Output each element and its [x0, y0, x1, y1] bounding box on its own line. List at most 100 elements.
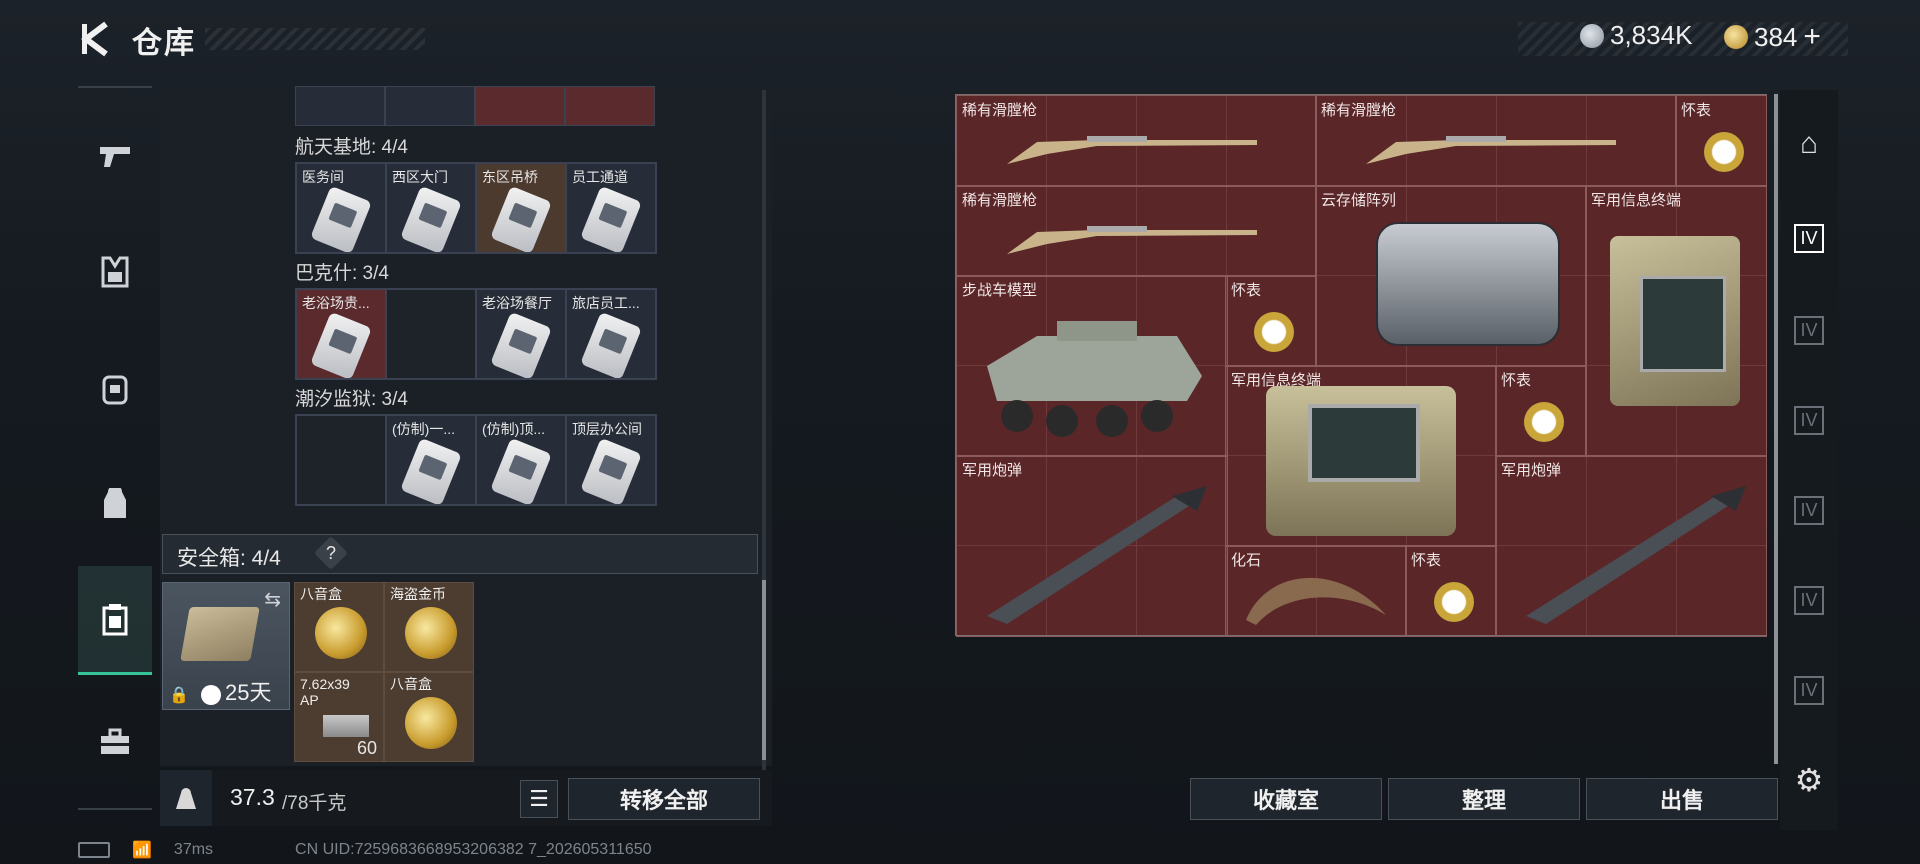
currency-gold[interactable]: 384 + — [1724, 20, 1821, 54]
stash-item[interactable]: 怀表 — [1495, 365, 1587, 457]
keycard-icon — [400, 185, 462, 252]
item-label: 步战车模型 — [962, 282, 1038, 299]
tab-stash-6[interactable]: IV — [1780, 660, 1838, 720]
keycard-cell[interactable] — [565, 86, 655, 126]
keycard-label: 员工通道 — [572, 169, 628, 185]
keycard-icon — [310, 185, 372, 252]
keycard-label: 老浴场贵... — [302, 295, 370, 311]
keycard-cell[interactable]: 东区吊桥 — [476, 163, 566, 253]
safe-item[interactable]: 7.62x39 AP 60 — [294, 672, 384, 762]
keycard-icon — [490, 437, 552, 504]
organize-button[interactable]: 整理 — [1388, 778, 1580, 820]
keycard-grid-aerospace: 医务间 西区大门 东区吊桥 员工通道 — [295, 162, 657, 254]
stash-tab-icon: IV — [1794, 223, 1824, 253]
keycard-cell[interactable]: 医务间 — [296, 163, 386, 253]
stash-tab-icon: IV — [1794, 675, 1824, 705]
nav-pistol[interactable] — [78, 116, 152, 196]
collection-room-button[interactable]: 收藏室 — [1190, 778, 1382, 820]
keycard-cell[interactable]: 老浴场贵... — [296, 289, 386, 379]
keycard-cell[interactable] — [475, 86, 565, 126]
tab-stash-2[interactable]: IV — [1780, 300, 1838, 360]
back-button[interactable] — [78, 20, 112, 58]
nav-backpack[interactable] — [78, 348, 152, 428]
stash-scrollbar[interactable] — [1774, 94, 1778, 764]
pocket-watch-icon — [1254, 312, 1294, 352]
stash-tab-icon: IV — [1794, 585, 1824, 615]
keycard-icon — [400, 437, 462, 504]
stash-item[interactable]: 怀表 — [1675, 95, 1767, 187]
keycard-cell[interactable]: 西区大门 — [386, 163, 476, 253]
stash-item[interactable]: 稀有滑膛枪 — [1315, 95, 1677, 187]
gear-icon: ⚙ — [1794, 762, 1824, 798]
safe-item-label: 7.62x39 AP — [300, 676, 350, 708]
stash-item[interactable]: 军用炮弹 — [1495, 455, 1767, 637]
gold-coin-icon — [1724, 25, 1748, 49]
transfer-all-button[interactable]: 转移全部 — [568, 778, 760, 820]
musket-icon — [1366, 136, 1616, 164]
keycard-cell[interactable]: 旅店员工... — [566, 289, 656, 379]
nav-vest[interactable] — [78, 232, 152, 312]
keycard-cell[interactable]: (仿制)顶... — [476, 415, 566, 505]
stash-item[interactable]: 军用炮弹 — [956, 455, 1228, 637]
stash-item[interactable]: 稀有滑膛枪 — [956, 185, 1317, 277]
help-icon[interactable]: ? — [314, 536, 348, 570]
stash-item[interactable]: 军用信息终端 — [1585, 185, 1767, 457]
keycard-cell[interactable] — [295, 86, 385, 126]
keycard-grid-prison: (仿制)一... (仿制)顶... 顶层办公间 — [295, 414, 657, 506]
clock-icon — [201, 685, 221, 705]
pocket-watch-icon — [1524, 402, 1564, 442]
storage-array-icon — [1376, 222, 1560, 346]
sell-button[interactable]: 出售 — [1586, 778, 1778, 820]
equipment-nav — [78, 86, 152, 810]
stash-item[interactable]: 稀有滑膛枪 — [956, 95, 1317, 187]
stash-item[interactable]: 步战车模型 — [956, 275, 1228, 457]
tab-stash-3[interactable]: IV — [1780, 390, 1838, 450]
tab-stash-4[interactable]: IV — [1780, 480, 1838, 540]
tab-stash-1[interactable]: IV — [1780, 208, 1838, 268]
safe-item[interactable]: 八音盒 — [294, 582, 384, 672]
keycard-cell-empty[interactable] — [386, 289, 476, 379]
fossil-icon — [1246, 577, 1386, 625]
safe-case-image — [180, 607, 260, 661]
keycard-cell[interactable]: 老浴场餐厅 — [476, 289, 566, 379]
stash-item[interactable]: 军用信息终端 — [1225, 365, 1497, 547]
pocket-watch-icon — [1434, 582, 1474, 622]
safe-box-header: 安全箱: 4/4 ? — [162, 534, 758, 574]
tab-stash-5[interactable]: IV — [1780, 570, 1838, 630]
nav-safe-case[interactable] — [78, 566, 152, 675]
keycard-cell-empty[interactable] — [296, 415, 386, 505]
stash-item[interactable]: 化石 — [1225, 545, 1407, 637]
safe-item[interactable]: 八音盒 — [384, 672, 474, 762]
keycard-scrollbar-thumb[interactable] — [762, 580, 766, 760]
stash-item[interactable]: 怀表 — [1225, 275, 1317, 367]
add-currency-button[interactable]: + — [1803, 20, 1821, 54]
safe-item[interactable]: 海盗金币 — [384, 582, 474, 672]
safe-case-slot[interactable]: ⇆ 🔒 25天 — [162, 582, 290, 710]
keycard-cell[interactable]: (仿制)一... — [386, 415, 476, 505]
stash-item[interactable]: 怀表 — [1405, 545, 1497, 637]
keycard-icon — [310, 311, 372, 378]
keycard-label: 旅店员工... — [572, 295, 640, 311]
weight-bar: 37.3 /78千克 ☰ 转移全部 — [160, 770, 772, 826]
ammo-box-icon — [323, 715, 369, 737]
currency-silver[interactable]: 3,834K — [1580, 20, 1692, 51]
item-label: 云存储阵列 — [1321, 192, 1397, 209]
item-label: 军用信息终端 — [1591, 192, 1682, 209]
list-view-button[interactable]: ☰ — [520, 780, 558, 818]
settings-button[interactable]: ⚙ — [1780, 750, 1838, 810]
keycard-cell[interactable]: 顶层办公间 — [566, 415, 656, 505]
keycard-cell[interactable] — [385, 86, 475, 126]
home-arch-icon: ⌂ — [1799, 127, 1819, 160]
missile-icon — [1526, 486, 1746, 624]
music-box-icon — [315, 607, 367, 659]
tab-home[interactable]: ⌂ — [1780, 114, 1838, 174]
nav-toolbox[interactable] — [78, 702, 152, 782]
keycard-icon — [580, 311, 642, 378]
stash-item[interactable]: 云存储阵列 — [1315, 185, 1587, 367]
swap-icon[interactable]: ⇆ — [264, 587, 281, 612]
section-title-bakshi: 巴克什: 3/4 — [295, 263, 389, 284]
keycard-icon — [580, 437, 642, 504]
keycard-cell[interactable]: 员工通道 — [566, 163, 656, 253]
safe-item-label: 海盗金币 — [390, 586, 446, 602]
nav-chest-rig[interactable] — [78, 464, 152, 544]
